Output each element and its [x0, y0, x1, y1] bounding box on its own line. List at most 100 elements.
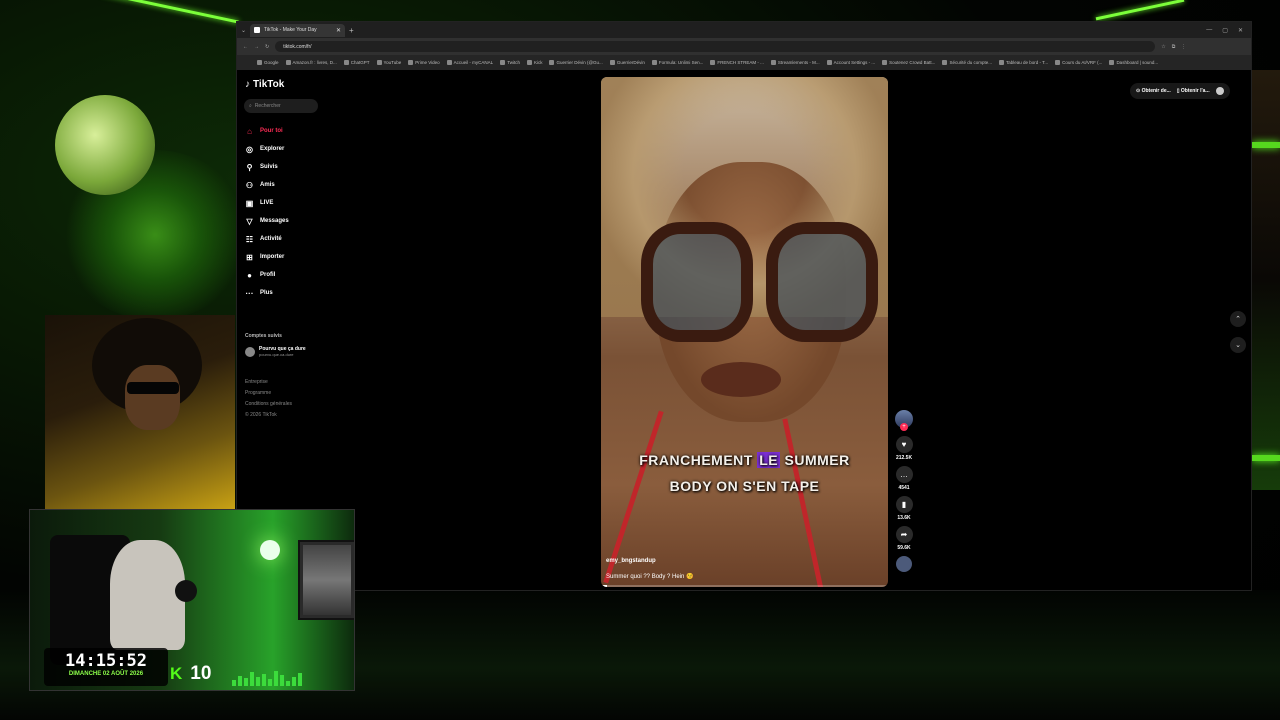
bookmark-item[interactable]: Guerrier Dévin (@Gu...	[549, 60, 603, 65]
save-button[interactable]: ▮	[895, 496, 913, 513]
extensions-icon[interactable]: ⧉	[1172, 44, 1176, 50]
new-tab-icon[interactable]: +	[349, 26, 354, 35]
bookmark-item[interactable]: Cours du AI/VRF (...	[1055, 60, 1102, 65]
bookmark-icon: ▮	[901, 500, 907, 509]
search-input[interactable]: ⌕ Rechercher	[244, 99, 318, 113]
browser-window: ⌄ TikTok - Make Your Day ✕ + — ▢ ✕ ← → ↻…	[236, 21, 1252, 591]
bookmark-favicon-icon	[408, 60, 414, 65]
bookmark-item[interactable]: Amazon.fr : livres, D...	[285, 60, 337, 65]
music-disc-icon[interactable]	[896, 556, 912, 572]
bookmark-item[interactable]: Account Settings - ...	[826, 60, 875, 65]
previous-video-button[interactable]: ⌃	[1230, 311, 1246, 327]
bookmark-label: YouTube	[383, 60, 402, 65]
video-strap	[782, 418, 825, 587]
bookmark-item[interactable]: Sécurité du compte...	[942, 60, 992, 65]
video-username[interactable]: emy_bngstandup	[606, 558, 656, 564]
back-icon[interactable]: ←	[243, 44, 248, 50]
equalizer-bar	[298, 673, 302, 686]
get-mobile-app-button[interactable]: ▯ Obtenir l'a...	[1177, 88, 1210, 94]
footer-link-entreprise[interactable]: Entreprise	[245, 377, 292, 388]
comment-icon: …	[900, 470, 908, 479]
sidebar-item-profil[interactable]: ● Profil	[245, 266, 289, 284]
sidebar-item-messages[interactable]: ▽ Messages	[245, 212, 288, 230]
followed-account-item[interactable]: Pourvu que ça dure pourvu.que.ca.dure	[245, 346, 306, 357]
forward-icon[interactable]: →	[254, 44, 259, 50]
mascot-face	[125, 365, 180, 430]
bookmark-item[interactable]: Streamlements - M...	[770, 60, 820, 65]
close-tab-icon[interactable]: ✕	[336, 27, 341, 34]
bookmark-item[interactable]: Soutenez Crowd Batt...	[882, 60, 935, 65]
bookmark-item[interactable]: ChatGPT	[343, 60, 370, 65]
profile-icon: ●	[247, 270, 252, 280]
action-rail: + ♥ 212.5K … 4541 ▮ 13.6K ➦ 59.6K	[891, 410, 917, 572]
mascot-sunglasses	[127, 382, 179, 394]
bookmark-label: Google	[264, 60, 279, 65]
tab-tiktok[interactable]: TikTok - Make Your Day ✕	[250, 23, 346, 37]
tab-list-icon[interactable]: ⌄	[241, 27, 246, 34]
video-lens-left	[641, 222, 753, 342]
bookmark-label: Cours du AI/VRF (...	[1062, 60, 1103, 65]
close-window-icon[interactable]: ✕	[1238, 27, 1243, 34]
bookmark-item[interactable]: Prime Video	[408, 60, 440, 65]
bookmark-item[interactable]: Formula: Unlimi Sen...	[651, 60, 704, 65]
creator-avatar[interactable]: +	[895, 410, 913, 431]
bookmark-item[interactable]: YouTube	[376, 60, 402, 65]
bookmark-item[interactable]: GuerrierDévin	[609, 60, 645, 65]
share-button[interactable]: ➦	[895, 526, 913, 543]
followed-account-handle: pourvu.que.ca.dure	[259, 352, 294, 357]
sidebar-item-explorer[interactable]: ◎ Explorer	[245, 140, 289, 158]
equalizer-bar	[292, 677, 296, 686]
bookmark-item[interactable]: Tableau de bord - T...	[998, 60, 1048, 65]
sidebar-item-label: Importer	[260, 254, 285, 260]
equalizer-bar	[238, 676, 242, 686]
bookmark-item[interactable]: Accueil - myCANAL	[446, 60, 493, 65]
stream-clock: 14:15:52 DIMANCHE 02 AOÛT 2026	[44, 648, 168, 686]
activity-icon: ☷	[245, 234, 254, 244]
maximize-icon[interactable]: ▢	[1222, 27, 1228, 34]
compass-icon: ◎	[246, 144, 253, 154]
bookmark-star-icon[interactable]: ☆	[1161, 44, 1165, 50]
sidebar-item-amis[interactable]: ⚇ Amis	[245, 176, 289, 194]
neon-streak	[101, 0, 239, 24]
follow-plus-icon[interactable]: +	[900, 423, 908, 431]
sidebar-item-label: Plus	[260, 290, 273, 296]
video-subtitle-line-2: BODY ON S'EN TAPE	[669, 478, 820, 494]
bookmark-item[interactable]: Twitch	[500, 60, 520, 65]
bookmark-item[interactable]: Kick	[526, 60, 543, 65]
sidebar-item-importer[interactable]: ⊞ Importer	[245, 248, 289, 266]
save-count: 13.6K	[897, 515, 911, 521]
equalizer-bar	[256, 677, 260, 686]
next-video-button[interactable]: ⌄	[1230, 337, 1246, 353]
bookmark-item[interactable]: Google	[257, 60, 279, 65]
profile-avatar[interactable]	[1215, 87, 1224, 95]
bookmark-label: Twitch	[507, 60, 520, 65]
bookmark-favicon-icon	[942, 60, 948, 65]
tab-bar: ⌄ TikTok - Make Your Day ✕ + — ▢ ✕	[237, 22, 1251, 38]
like-button[interactable]: ♥	[895, 436, 913, 453]
equalizer-bar	[286, 681, 290, 686]
sidebar-item-activit[interactable]: ☷ Activité	[245, 230, 289, 248]
minimize-icon[interactable]: —	[1206, 27, 1212, 34]
sidebar-item-plus[interactable]: ··· Plus	[245, 284, 289, 302]
sidebar-item-live[interactable]: ▣ LIVE	[245, 194, 289, 212]
upload-icon: ⊞	[246, 252, 253, 262]
reload-icon[interactable]: ↻	[265, 44, 269, 50]
bookmark-favicon-icon	[770, 60, 776, 65]
bookmark-item[interactable]: FRENCH STREAM - ...	[710, 60, 764, 65]
bookmark-item[interactable]: Dashboard | sound...	[1109, 60, 1158, 65]
sidebar-item-label: Suivis	[260, 164, 278, 170]
address-bar[interactable]: tiktok.com/fr/	[275, 41, 1156, 52]
menu-icon[interactable]: ⋮	[1181, 44, 1186, 50]
footer-link-conditions[interactable]: Conditions générales	[245, 399, 292, 410]
footer-link-programme[interactable]: Programme	[245, 388, 292, 399]
tiktok-logo[interactable]: ♪ TikTok	[245, 79, 284, 90]
sidebar-item-pourtoi[interactable]: ⌂ Pour toi	[245, 122, 289, 140]
bookmark-label: Formula: Unlimi Sen...	[658, 60, 704, 65]
get-desktop-app-button[interactable]: ⊙ Obtenir de...	[1136, 88, 1171, 94]
video-player[interactable]: FRANCHEMENT LE SUMMER BODY ON S'EN TAPE …	[601, 77, 888, 587]
avatar	[245, 346, 255, 357]
video-progress-bar[interactable]	[601, 585, 888, 587]
sidebar-item-suivis[interactable]: ⚲ Suivis	[245, 158, 289, 176]
bookmark-label: Kick	[533, 60, 543, 65]
comment-button[interactable]: …	[895, 466, 913, 483]
